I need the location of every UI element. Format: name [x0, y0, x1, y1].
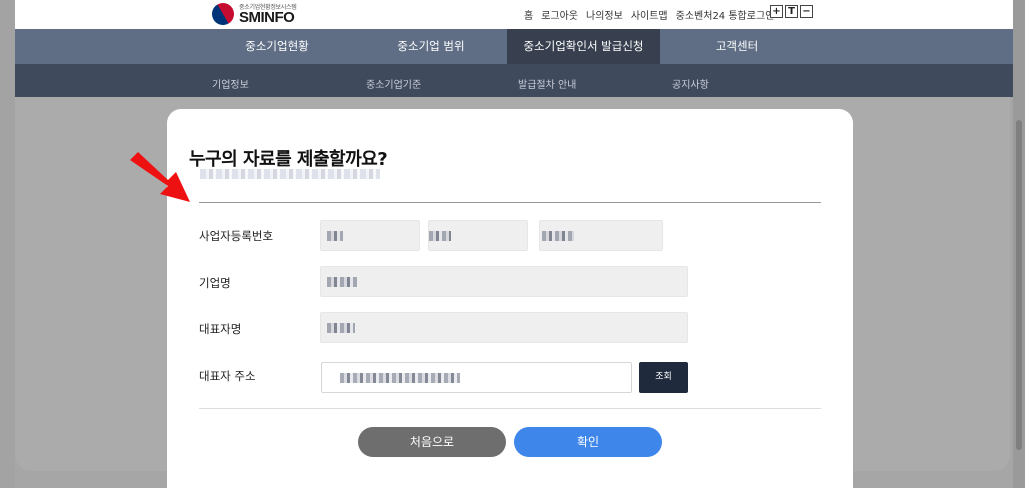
nav-item-support[interactable]: 고객센터 — [662, 29, 812, 64]
masked-value — [327, 322, 355, 333]
dialog-description-redacted — [200, 169, 380, 179]
page-left-gutter — [0, 0, 15, 488]
reset-button[interactable]: 처음으로 — [358, 427, 506, 457]
biz-number-field-3[interactable] — [539, 220, 663, 251]
site-logo[interactable]: 중소기업현황정보시스템 SMINFO — [207, 0, 312, 30]
masked-value — [429, 230, 451, 241]
font-reset-button[interactable]: T — [785, 5, 798, 18]
sitemap-link[interactable]: 사이트맵 — [631, 7, 668, 22]
scrollbar-thumb[interactable] — [1016, 120, 1022, 450]
address-search-button[interactable]: 조회 — [639, 362, 688, 393]
ceo-address-field[interactable] — [321, 362, 632, 393]
biz-number-label: 사업자등록번호 — [199, 229, 274, 243]
home-link[interactable]: 홈 — [524, 7, 533, 22]
company-name-label: 기업명 — [199, 276, 231, 290]
divider — [199, 408, 821, 409]
ceo-address-label: 대표자 주소 — [199, 369, 256, 383]
nav-item-range[interactable]: 중소기업 범위 — [356, 29, 506, 64]
red-arrow-icon — [130, 152, 190, 202]
nav-item-status[interactable]: 중소기업현황 — [202, 29, 352, 64]
submitter-dialog: 누구의 자료를 제출할까요? 사업자등록번호 기업명 대표자명 대표자 주소 조… — [167, 109, 853, 488]
ceo-name-field[interactable] — [320, 312, 688, 343]
subnav-item-notice[interactable]: 공지사항 — [672, 64, 709, 97]
masked-value — [327, 230, 343, 241]
font-decrease-button[interactable]: − — [800, 5, 813, 18]
biz-number-field-1[interactable] — [320, 220, 420, 251]
nav-item-certificate[interactable]: 중소기업확인서 발급신청 — [507, 29, 660, 64]
logo-title: SMINFO — [239, 9, 295, 26]
integrated-login-link[interactable]: 중소벤처24 통합로그인 — [676, 7, 775, 22]
divider — [199, 202, 821, 203]
subnav-item-company-info[interactable]: 기업정보 — [212, 64, 249, 97]
company-name-field[interactable] — [320, 266, 688, 297]
logout-link[interactable]: 로그아웃 — [541, 7, 578, 22]
dialog-title: 누구의 자료를 제출할까요? — [189, 149, 388, 170]
biz-number-field-2[interactable] — [428, 220, 528, 251]
sub-nav: 기업정보 중소기업기준 발급절차 안내 공지사항 — [0, 64, 1025, 97]
masked-value — [340, 372, 460, 383]
top-utility-bar: 중소기업현황정보시스템 SMINFO 홈 로그아웃 나의정보 사이트맵 중소벤처… — [0, 0, 1025, 30]
masked-value — [542, 230, 574, 241]
font-size-controls: + T − — [770, 5, 813, 18]
taegeuk-logo-icon — [207, 0, 239, 30]
subnav-item-procedure[interactable]: 발급절차 안내 — [518, 64, 576, 97]
main-nav: 중소기업현황 중소기업 범위 중소기업확인서 발급신청 고객센터 — [0, 29, 1025, 64]
font-increase-button[interactable]: + — [770, 5, 783, 18]
confirm-button[interactable]: 확인 — [514, 427, 662, 457]
utility-links: 홈 로그아웃 나의정보 사이트맵 중소벤처24 통합로그인 — [524, 7, 774, 22]
masked-value — [327, 276, 357, 287]
my-info-link[interactable]: 나의정보 — [586, 7, 623, 22]
subnav-item-criteria[interactable]: 중소기업기준 — [366, 64, 421, 97]
ceo-name-label: 대표자명 — [199, 322, 242, 336]
